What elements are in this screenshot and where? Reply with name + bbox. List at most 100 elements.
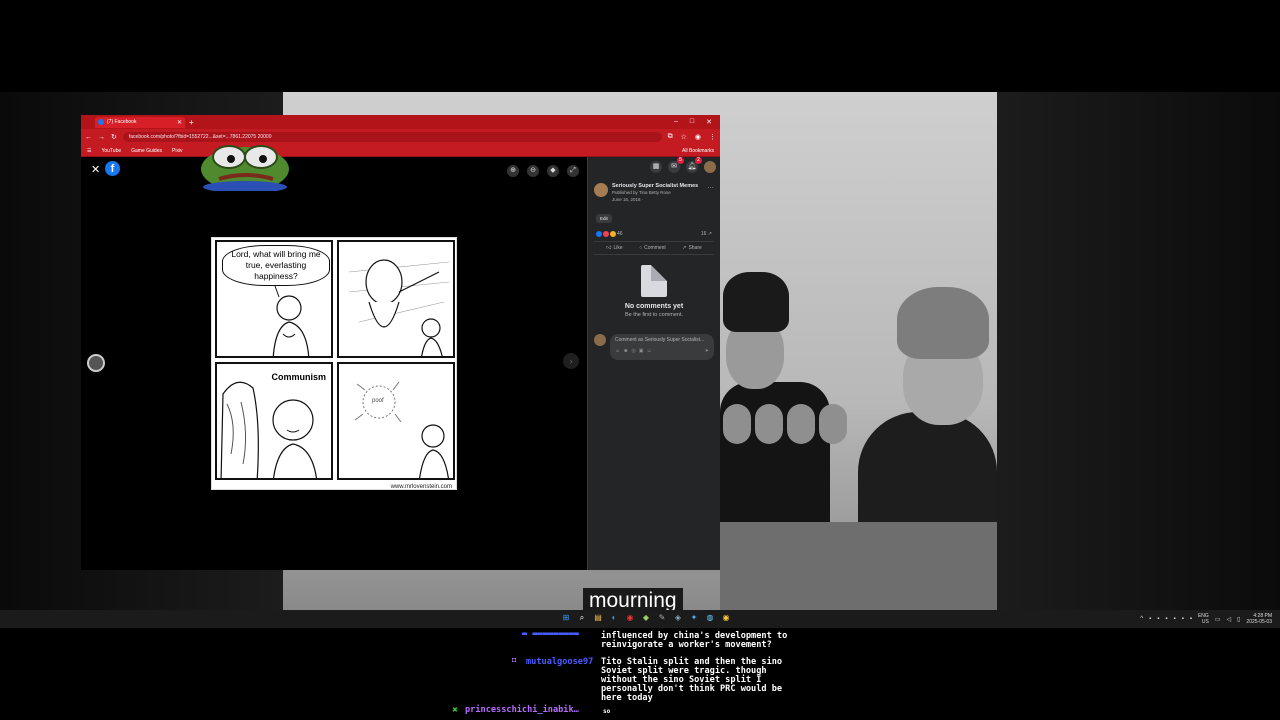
- notifications-badge: 2: [695, 157, 702, 164]
- viewer-toolbar: ⊕ ⊖ ◆ ⤢: [507, 165, 579, 177]
- comic-panel-3: Communism: [215, 362, 333, 480]
- photo-viewer: ✕ f ⊕ ⊖ ◆ ⤢ › Lord, what will bring me t: [81, 145, 587, 570]
- more-options-icon[interactable]: …: [707, 183, 714, 190]
- no-comments-title: No comments yet: [624, 303, 684, 310]
- chat-username[interactable]: princesschichi_inabik…: [465, 705, 579, 715]
- zoom-in-icon[interactable]: ⊕: [507, 165, 519, 177]
- tray-chevron-icon[interactable]: ^: [1140, 616, 1143, 622]
- bookmark-youtube[interactable]: YouTube: [101, 148, 121, 154]
- comment-label: Comment: [644, 245, 666, 251]
- camera-icon[interactable]: ◎: [631, 348, 635, 354]
- account-avatar[interactable]: [704, 161, 716, 173]
- battery-icon[interactable]: ▯: [1237, 616, 1240, 623]
- tag-icon[interactable]: ◆: [547, 165, 559, 177]
- tray-app-icon[interactable]: ▪: [1190, 616, 1192, 622]
- app-icon-grey[interactable]: ✎: [656, 612, 668, 624]
- file-explorer-icon[interactable]: ▤: [592, 612, 604, 624]
- share-count[interactable]: 16 ↗: [701, 231, 712, 237]
- close-viewer-button[interactable]: ✕: [91, 163, 100, 176]
- tab-bar: (7) Facebook ✕ + – □ ✕: [81, 115, 720, 129]
- sticker-icon[interactable]: ☺: [615, 348, 620, 354]
- tray-app-icon[interactable]: ▪: [1157, 616, 1159, 622]
- close-window-button[interactable]: ✕: [706, 118, 712, 126]
- fullscreen-icon[interactable]: ⤢: [567, 165, 579, 177]
- no-comments-state: No comments yet Be the first to comment.: [588, 255, 720, 318]
- app-icon-blue[interactable]: ✦: [688, 612, 700, 624]
- like-reaction-icon: [596, 231, 602, 237]
- network-icon[interactable]: ▭: [1215, 616, 1221, 623]
- steam-icon[interactable]: ◈: [672, 612, 684, 624]
- chat-badge-icon: ✖: [452, 707, 458, 714]
- clock[interactable]: 4:28 PM 2025-05-03: [1246, 613, 1272, 625]
- chat-message-line: here today: [601, 693, 653, 703]
- comment-icon: ○: [639, 245, 643, 251]
- menu-dots-icon[interactable]: ⋮: [709, 133, 716, 141]
- tab-facebook[interactable]: (7) Facebook ✕: [95, 116, 185, 128]
- reaction-count: 46: [617, 231, 623, 237]
- all-bookmarks-button[interactable]: All Bookmarks: [682, 148, 714, 154]
- forward-button[interactable]: →: [98, 134, 105, 141]
- send-icon[interactable]: ➤: [705, 348, 709, 354]
- published-by: Published by Tina Betty Rose: [612, 190, 671, 195]
- post-date[interactable]: June 16, 2018 ·: [612, 196, 698, 203]
- tray-app-icon[interactable]: ▪: [1174, 616, 1176, 622]
- tab-close-icon[interactable]: ✕: [177, 119, 182, 126]
- emoji-icon[interactable]: ☻: [623, 348, 628, 354]
- like-button[interactable]: 👍︎ Like: [606, 245, 622, 251]
- tray-app-icon[interactable]: ▪: [1165, 616, 1167, 622]
- stream-canvas: mourning (7) Facebook ✕ + – □ ✕ ← → ↻ fa…: [0, 0, 1280, 720]
- comment-composer: Comment as Seriously Super Socialist... …: [594, 334, 714, 360]
- language-indicator[interactable]: ENG US: [1198, 613, 1209, 625]
- reload-button[interactable]: ↻: [111, 133, 117, 141]
- volume-icon[interactable]: ◁: [1226, 616, 1231, 623]
- reactions-summary[interactable]: 46: [596, 231, 623, 237]
- app-icon-cyan[interactable]: ◍: [704, 612, 716, 624]
- page-avatar[interactable]: [594, 183, 608, 197]
- tray-app-icon[interactable]: ▪: [1149, 616, 1151, 622]
- edge-icon[interactable]: ◐: [608, 612, 620, 624]
- comment-button[interactable]: ○ Comment: [639, 245, 666, 251]
- comment-input[interactable]: Comment as Seriously Super Socialist... …: [610, 334, 714, 360]
- chat-username[interactable]: mutualgoose97: [526, 657, 593, 667]
- next-photo-button[interactable]: ›: [563, 353, 579, 369]
- clock-date: 2025-05-03: [1246, 619, 1272, 625]
- profile-icon[interactable]: ◉: [695, 133, 701, 141]
- post-actions: 👍︎ Like ○ Comment ↗ Share: [594, 241, 714, 255]
- avatar-sticker-icon[interactable]: ☺: [646, 348, 651, 354]
- messenger-badge: 5: [677, 157, 684, 164]
- facebook-logo-icon[interactable]: f: [105, 161, 120, 176]
- minimize-button[interactable]: –: [674, 118, 678, 126]
- window-controls: – □ ✕: [674, 118, 716, 126]
- cursor-indicator: [87, 354, 105, 372]
- bookmark-star-icon[interactable]: ☆: [681, 133, 687, 141]
- bookmark-game-guides[interactable]: Game Guides: [131, 148, 162, 154]
- chrome-icon[interactable]: ◉: [624, 612, 636, 624]
- new-tab-icon[interactable]: +: [189, 118, 194, 127]
- app-icon-green[interactable]: ◆: [640, 612, 652, 624]
- zoom-out-icon[interactable]: ⊖: [527, 165, 539, 177]
- post-details-panel: ▦ ✉ 5 🔔︎ 2 Seriously Super Socialist Memes…: [587, 157, 720, 570]
- gif-icon[interactable]: ▣: [639, 348, 644, 354]
- chrome-alt-icon[interactable]: ◉: [720, 612, 732, 624]
- haha-reaction-icon: [610, 231, 616, 237]
- notifications-icon[interactable]: 🔔︎ 2: [686, 157, 702, 173]
- search-icon[interactable]: ⌕: [576, 612, 588, 624]
- maximize-button[interactable]: □: [690, 118, 694, 126]
- comic-image: Lord, what will bring me true, everlasti…: [211, 237, 457, 490]
- share-button[interactable]: ↗ Share: [682, 245, 702, 251]
- communism-label: Communism: [269, 372, 328, 382]
- menu-grid-icon[interactable]: ▦: [650, 161, 662, 173]
- windows-start-icon[interactable]: ⊞: [560, 612, 572, 624]
- system-tray: ^ ▪ ▪ ▪ ▪ ▪ ▪ ENG US ▭ ◁ ▯ 4:28 PM 2025-…: [1140, 613, 1272, 625]
- tray-app-icon[interactable]: ▪: [1182, 616, 1184, 622]
- extensions-icon[interactable]: ⧉: [668, 133, 673, 141]
- windows-taskbar: ⊞ ⌕ ▤ ◐ ◉ ◆ ✎ ◈ ✦ ◍ ◉ ^ ▪ ▪ ▪ ▪ ▪ ▪ ENG …: [0, 610, 1280, 628]
- back-button[interactable]: ←: [85, 134, 92, 141]
- bookmark-pixiv[interactable]: Pixiv: [172, 148, 183, 154]
- messenger-icon[interactable]: ✉ 5: [668, 157, 684, 173]
- fb-header-icons: ▦ ✉ 5 🔔︎ 2: [588, 157, 720, 179]
- stream-chat: ▬ ▬▬▬▬▬▬▬▬▬ influenced by china's develo…: [0, 628, 1280, 720]
- edit-button[interactable]: Edit: [596, 214, 612, 223]
- facebook-favicon-icon: [98, 119, 104, 125]
- apps-icon[interactable]: ☰: [87, 148, 91, 154]
